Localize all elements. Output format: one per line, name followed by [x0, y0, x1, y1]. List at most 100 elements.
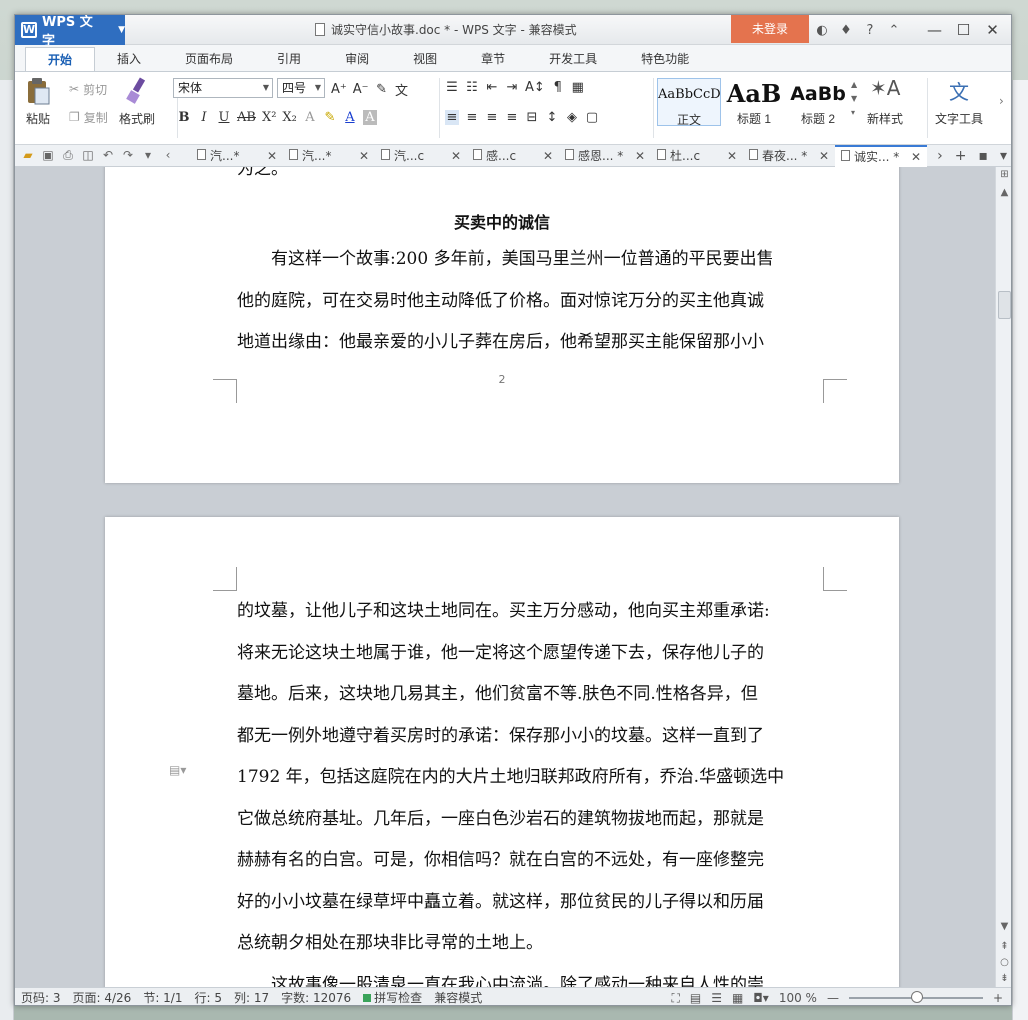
- collapse-ribbon-icon[interactable]: ⌃: [885, 23, 903, 38]
- close-icon[interactable]: ✕: [359, 149, 369, 163]
- undo-icon[interactable]: ↶: [101, 148, 115, 163]
- web-view-icon[interactable]: ▦: [732, 991, 743, 1005]
- align-center-icon[interactable]: ≡: [465, 110, 479, 125]
- ribbon-more-icon[interactable]: ›: [999, 94, 1004, 108]
- font-size-select[interactable]: 四号 ▼: [277, 78, 325, 98]
- distribute-icon[interactable]: ⊟: [525, 110, 539, 125]
- close-icon[interactable]: ✕: [911, 150, 921, 164]
- close-icon[interactable]: ✕: [978, 21, 1007, 39]
- document-canvas[interactable]: 为之。 买卖中的诚信 有这样一个故事:200 多年前，美国马里兰州一位普通的平民…: [15, 167, 995, 987]
- italic-icon[interactable]: I: [197, 110, 211, 125]
- open-folder-icon[interactable]: ▰: [21, 148, 35, 163]
- new-tab-icon[interactable]: +: [955, 148, 967, 164]
- tab-references[interactable]: 引用: [255, 47, 323, 71]
- increase-indent-icon[interactable]: ⇥: [505, 80, 519, 95]
- customize-qat-icon[interactable]: ▾: [141, 148, 155, 163]
- justify-icon[interactable]: ≡: [505, 110, 519, 125]
- close-icon[interactable]: ✕: [819, 149, 829, 163]
- scroll-thumb[interactable]: [998, 291, 1011, 319]
- doc-tab[interactable]: 春夜... * ✕: [743, 145, 835, 167]
- tab-chapter[interactable]: 章节: [459, 47, 527, 71]
- reading-view-icon[interactable]: ◘▾: [753, 991, 769, 1005]
- tab-special[interactable]: 特色功能: [619, 47, 711, 71]
- line-spacing-icon[interactable]: ↕: [545, 110, 559, 125]
- zoom-slider-knob[interactable]: [910, 991, 923, 1003]
- tab-home[interactable]: 开始: [25, 47, 96, 71]
- tab-view[interactable]: 视图: [391, 47, 459, 71]
- outline-view-icon[interactable]: ☰: [711, 991, 722, 1005]
- minimize-icon[interactable]: —: [920, 21, 949, 39]
- vertical-scrollbar[interactable]: ⊞ ▲ ▼ ⇞ ○ ⇟: [995, 167, 1011, 987]
- shrink-font-icon[interactable]: A⁻: [353, 82, 369, 97]
- close-icon[interactable]: ✕: [727, 149, 737, 163]
- tabs-left-icon[interactable]: ‹: [161, 148, 175, 163]
- border-icon[interactable]: ▢: [585, 110, 599, 125]
- browse-object-icon[interactable]: ○: [996, 957, 1011, 968]
- text-effect-icon[interactable]: A: [303, 110, 317, 125]
- decrease-indent-icon[interactable]: ⇤: [485, 80, 499, 95]
- superscript-icon[interactable]: X²: [262, 110, 276, 125]
- print-preview-icon[interactable]: ◫: [81, 148, 95, 163]
- scroll-down-icon[interactable]: ▼: [996, 921, 1011, 932]
- prev-page-icon[interactable]: ⇞: [996, 941, 1011, 952]
- underline-icon[interactable]: U: [217, 110, 231, 125]
- new-style-button[interactable]: ✶A 新样式: [867, 76, 903, 127]
- align-left-icon[interactable]: ≡: [445, 110, 459, 125]
- text-tools-button[interactable]: 文 文字工具: [935, 76, 983, 127]
- tab-page-layout[interactable]: 页面布局: [163, 47, 255, 71]
- copy-button[interactable]: ❐ 复制: [69, 106, 108, 128]
- char-shading-icon[interactable]: A: [362, 110, 377, 125]
- print-icon[interactable]: ⎙: [61, 148, 75, 163]
- style-heading-1[interactable]: AaB 标题 1: [723, 78, 785, 126]
- zoom-out-icon[interactable]: —: [827, 991, 839, 1005]
- split-view-icon[interactable]: ⊞: [996, 169, 1011, 180]
- align-right-icon[interactable]: ≡: [485, 110, 499, 125]
- doc-tab[interactable]: 汽...* ✕: [191, 145, 283, 167]
- status-word-count[interactable]: 字数: 12076: [275, 989, 357, 1005]
- font-name-select[interactable]: 宋体 ▼: [173, 78, 273, 98]
- close-icon[interactable]: ✕: [267, 149, 277, 163]
- bold-icon[interactable]: B: [177, 110, 191, 125]
- redo-icon[interactable]: ↷: [121, 148, 135, 163]
- highlight-icon[interactable]: ✎: [323, 110, 337, 125]
- chinese-layout-icon[interactable]: A↕: [525, 80, 545, 95]
- cut-button[interactable]: ✂ 剪切: [69, 78, 108, 100]
- next-page-icon[interactable]: ⇟: [996, 973, 1011, 984]
- font-color-icon[interactable]: A: [343, 110, 357, 125]
- grow-font-icon[interactable]: A⁺: [331, 82, 347, 97]
- zoom-slider[interactable]: [848, 991, 983, 1003]
- spellcheck-toggle[interactable]: 拼写检查: [357, 989, 428, 1005]
- scroll-up-icon[interactable]: ▲: [996, 187, 1011, 198]
- tab-list-icon[interactable]: ▪: [978, 148, 988, 164]
- format-painter-button[interactable]: 格式刷: [119, 76, 155, 127]
- fullscreen-icon[interactable]: ⛶: [671, 991, 679, 1006]
- close-icon[interactable]: ✕: [543, 149, 553, 163]
- paste-button[interactable]: 粘贴: [23, 76, 53, 127]
- shading-icon[interactable]: ◈: [565, 110, 579, 125]
- shirt-icon[interactable]: ♦: [837, 23, 855, 38]
- doc-tab-active[interactable]: 诚实... * ✕: [835, 144, 927, 167]
- paragraph-tools-icon[interactable]: ▤▾: [169, 763, 186, 777]
- doc-tab[interactable]: 感...c ✕: [467, 145, 559, 167]
- zoom-in-icon[interactable]: +: [993, 991, 1003, 1005]
- table-icon[interactable]: ▦: [571, 80, 585, 95]
- tab-menu-icon[interactable]: ▾: [1000, 148, 1007, 164]
- tabs-right-icon[interactable]: ›: [937, 148, 943, 164]
- close-icon[interactable]: ✕: [451, 149, 461, 163]
- show-marks-icon[interactable]: ¶: [551, 80, 565, 95]
- app-menu-button[interactable]: W WPS 文字 ▼: [15, 15, 125, 49]
- subscript-icon[interactable]: X₂: [282, 110, 296, 125]
- doc-tab[interactable]: 感恩... * ✕: [559, 145, 651, 167]
- style-heading-2[interactable]: AaBb 标题 2: [787, 78, 849, 126]
- style-normal[interactable]: AaBbCcD 正文: [657, 78, 721, 127]
- close-icon[interactable]: ✕: [635, 149, 645, 163]
- tab-review[interactable]: 审阅: [323, 47, 391, 71]
- zoom-level[interactable]: 100 %: [779, 991, 817, 1005]
- tab-insert[interactable]: 插入: [95, 47, 163, 71]
- doc-tab[interactable]: 汽...c ✕: [375, 145, 467, 167]
- help-icon[interactable]: ?: [861, 23, 879, 38]
- numbered-list-icon[interactable]: ☷: [465, 80, 479, 95]
- strikethrough-icon[interactable]: AB: [237, 110, 256, 125]
- page-view-icon[interactable]: ▤: [690, 991, 701, 1005]
- skin-icon[interactable]: ◐: [813, 23, 831, 38]
